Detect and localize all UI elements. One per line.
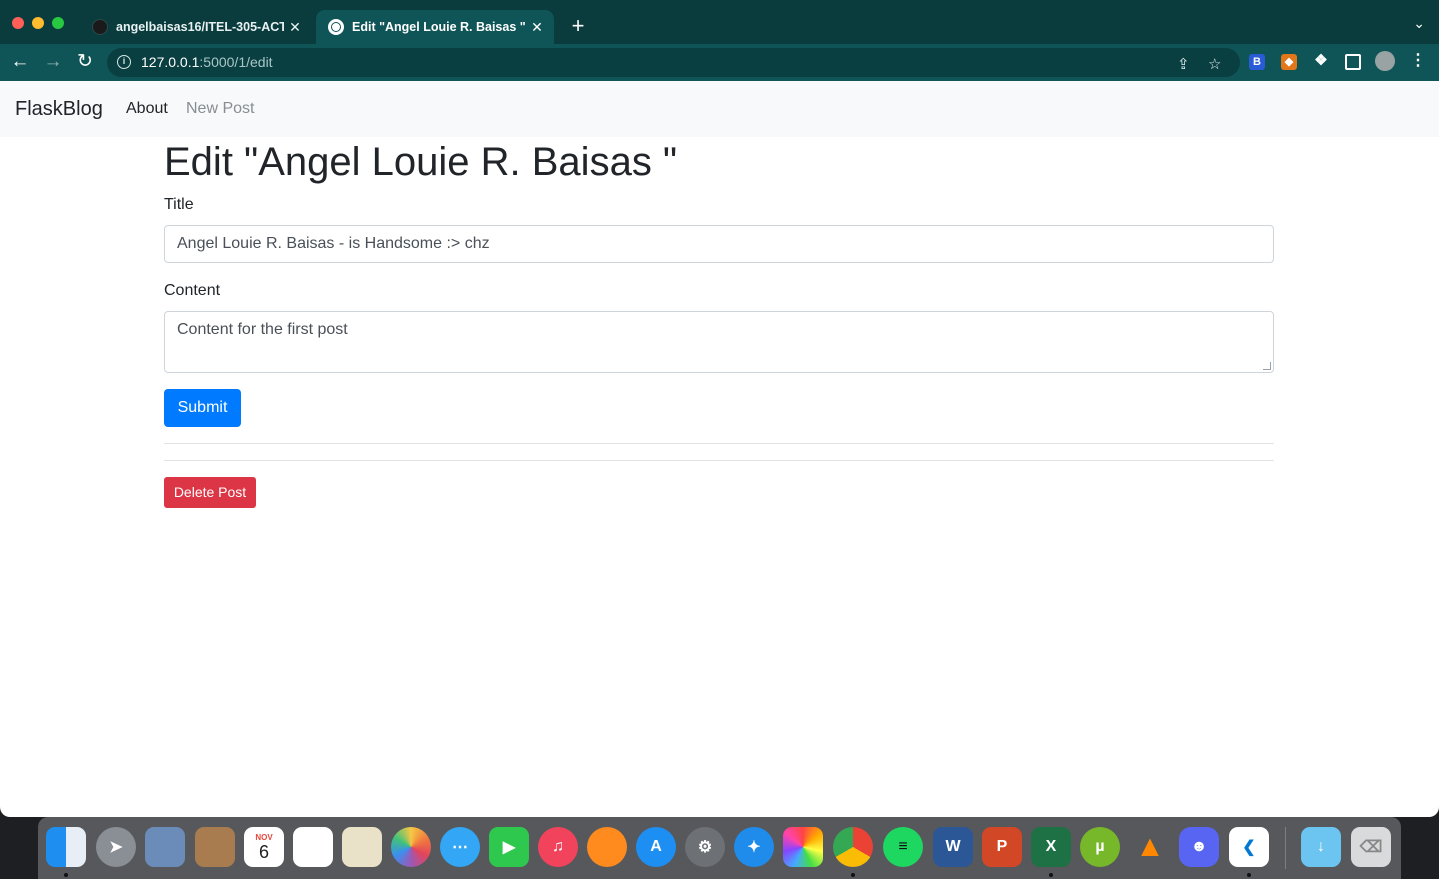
nav-link-about[interactable]: About: [126, 100, 168, 118]
tab-github[interactable]: angelbaisas16/ITEL-305-ACT5 ✕: [80, 10, 312, 44]
tab-search-icon[interactable]: ⌄: [1413, 15, 1425, 32]
browser-menu-icon[interactable]: ⋮: [1410, 53, 1426, 70]
share-icon[interactable]: ⇪: [1177, 55, 1190, 73]
divider: [164, 443, 1274, 444]
running-indicator: [1049, 873, 1053, 877]
calendar-day: 6: [258, 841, 269, 862]
forward-arrow-icon[interactable]: →: [41, 50, 65, 74]
system-preferences-icon[interactable]: ⚙: [685, 827, 725, 867]
macos-dock: ➤ NOV 6 ⋯ ▶ ♫ A ⚙ ✦ ≡ W P X µ ▲ ☻ ❮ ↓ ⌫: [38, 817, 1401, 879]
divider: [164, 460, 1274, 461]
discord-icon[interactable]: ☻: [1179, 827, 1219, 867]
books-icon[interactable]: [587, 827, 627, 867]
calendar-icon[interactable]: NOV 6: [244, 827, 284, 867]
powerpoint-icon[interactable]: P: [982, 827, 1022, 867]
url-path: :5000/1/edit: [199, 54, 273, 70]
reminders-icon[interactable]: [293, 827, 333, 867]
github-icon: [92, 19, 108, 35]
reload-icon[interactable]: ↻: [73, 50, 97, 74]
running-indicator: [64, 873, 68, 877]
preview-icon[interactable]: [145, 827, 185, 867]
zoom-window-button[interactable]: [52, 17, 64, 29]
content-label: Content: [164, 282, 221, 299]
calendar-month: NOV: [255, 832, 273, 842]
browser-toolbar: ← → ↻ i 127.0.0.1:5000/1/edit ⇪ ☆ B ◆ ❖ …: [0, 44, 1439, 81]
vscode-icon[interactable]: ❮: [1229, 827, 1269, 867]
trash-icon[interactable]: ⌫: [1351, 827, 1391, 867]
keynote-icon[interactable]: [342, 827, 382, 867]
pinwheel-icon[interactable]: [783, 827, 823, 867]
nav-link-new-post[interactable]: New Post: [186, 100, 254, 118]
contacts-icon[interactable]: [195, 827, 235, 867]
utorrent-icon[interactable]: µ: [1080, 827, 1120, 867]
downloads-icon[interactable]: ↓: [1301, 827, 1341, 867]
launchpad-icon[interactable]: ➤: [96, 827, 136, 867]
navbar-brand[interactable]: FlaskBlog: [15, 98, 103, 121]
spotify-icon[interactable]: ≡: [883, 827, 923, 867]
messages-icon[interactable]: ⋯: [440, 827, 480, 867]
app-navbar: FlaskBlog About New Post: [0, 81, 1439, 137]
close-window-button[interactable]: [12, 17, 24, 29]
content-text: Content for the first post: [177, 321, 348, 338]
close-tab-icon[interactable]: ✕: [526, 19, 548, 36]
safari-icon[interactable]: ✦: [734, 827, 774, 867]
title-label: Title: [164, 196, 194, 213]
bitwarden-extension-icon[interactable]: B: [1249, 54, 1265, 70]
profile-avatar[interactable]: [1375, 51, 1395, 71]
extensions-puzzle-icon[interactable]: ❖: [1313, 53, 1329, 70]
globe-icon: [328, 19, 344, 35]
running-indicator: [1247, 873, 1251, 877]
url-host: 127.0.0.1: [141, 54, 200, 70]
running-indicator: [851, 873, 855, 877]
url-text[interactable]: 127.0.0.1:5000/1/edit: [141, 54, 273, 70]
dock-separator: [1285, 827, 1286, 869]
music-icon[interactable]: ♫: [538, 827, 578, 867]
tab-title: angelbaisas16/ITEL-305-ACT5: [116, 20, 284, 34]
metamask-extension-icon[interactable]: ◆: [1281, 54, 1297, 70]
back-arrow-icon[interactable]: ←: [8, 50, 32, 74]
photos-icon[interactable]: [391, 827, 431, 867]
content-textarea[interactable]: Content for the first post: [164, 311, 1274, 373]
title-input[interactable]: Angel Louie R. Baisas - is Handsome :> c…: [164, 225, 1274, 263]
site-info-icon[interactable]: i: [117, 55, 131, 69]
vlc-icon[interactable]: ▲: [1130, 827, 1170, 867]
excel-icon[interactable]: X: [1031, 827, 1071, 867]
finder-icon[interactable]: [46, 827, 86, 867]
delete-post-button[interactable]: Delete Post: [164, 477, 256, 508]
app-store-icon[interactable]: A: [636, 827, 676, 867]
new-tab-button[interactable]: +: [566, 14, 590, 38]
facetime-icon[interactable]: ▶: [489, 827, 529, 867]
page-title: Edit "Angel Louie R. Baisas ": [164, 140, 678, 184]
submit-button[interactable]: Submit: [164, 389, 241, 427]
bookmark-star-icon[interactable]: ☆: [1208, 55, 1221, 73]
word-icon[interactable]: W: [933, 827, 973, 867]
resize-handle-icon[interactable]: [1263, 362, 1271, 370]
tab-title: Edit "Angel Louie R. Baisas ": [352, 20, 526, 34]
address-bar[interactable]: i 127.0.0.1:5000/1/edit ⇪ ☆: [107, 48, 1240, 77]
close-tab-icon[interactable]: ✕: [284, 19, 306, 36]
browser-window: angelbaisas16/ITEL-305-ACT5 ✕ Edit "Ange…: [0, 0, 1439, 817]
minimize-window-button[interactable]: [32, 17, 44, 29]
tab-edit-post[interactable]: Edit "Angel Louie R. Baisas " ✕: [316, 10, 554, 44]
side-panel-icon[interactable]: [1345, 54, 1361, 70]
chrome-icon[interactable]: [833, 827, 873, 867]
tab-strip: angelbaisas16/ITEL-305-ACT5 ✕ Edit "Ange…: [0, 0, 1439, 44]
